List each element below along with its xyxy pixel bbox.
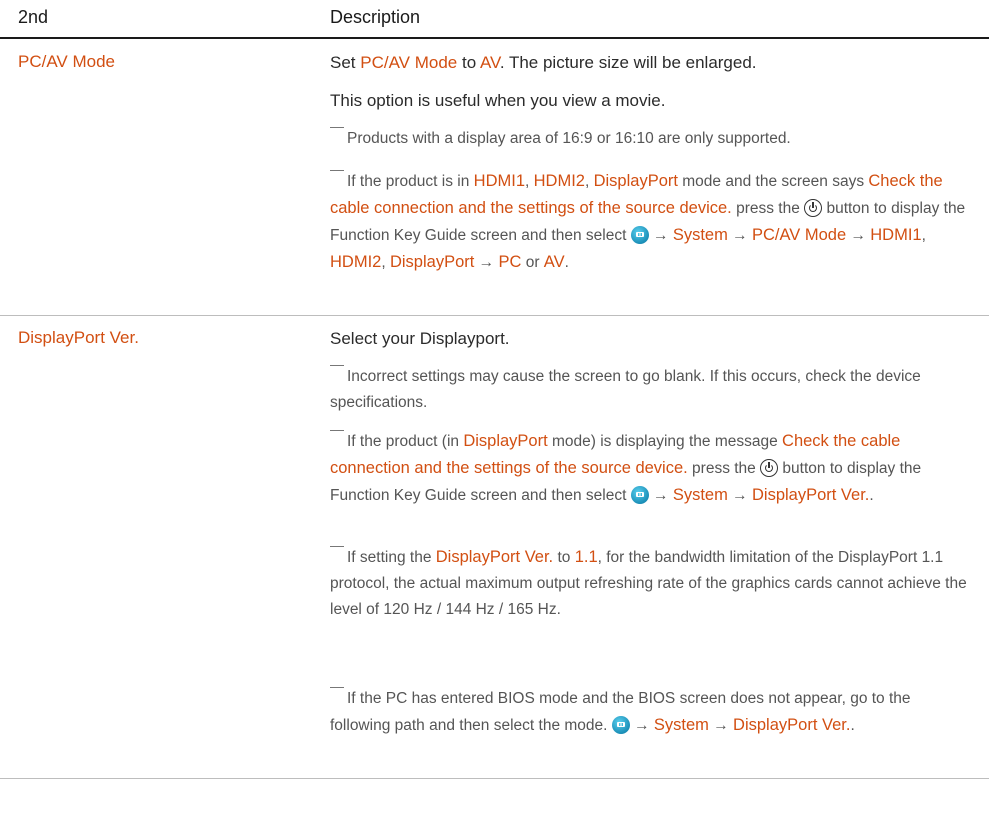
power-button-icon — [760, 459, 779, 477]
pc-av-note-support: Products with a display area of 16:9 or … — [330, 126, 970, 152]
note-dash-icon — [330, 546, 344, 547]
displayport-note-settings: Incorrect settings may cause the screen … — [330, 364, 970, 416]
note-dash-icon — [330, 687, 344, 688]
column-header-2nd: 2nd — [18, 7, 49, 27]
displayport-intro: Select your Displayport. — [330, 329, 510, 348]
column-header-description: Description — [330, 7, 421, 27]
table-header: 2nd Description — [0, 0, 989, 39]
menu-icon — [630, 226, 649, 244]
power-button-icon — [804, 199, 823, 217]
row-divider — [0, 315, 989, 316]
row-divider — [0, 778, 989, 779]
menu-icon — [611, 716, 630, 734]
note-dash-icon — [330, 430, 344, 431]
note-dash-icon — [330, 170, 344, 171]
displayport-note-cable: If the product (in DisplayPort mode) is … — [330, 430, 922, 504]
pc-av-note-cable: If the product is in HDMI1, HDMI2, Displ… — [330, 170, 966, 271]
menu-icon — [630, 486, 649, 504]
note-dash-icon — [330, 127, 344, 128]
note-dash-icon — [330, 365, 344, 366]
row-label-pc-av-mode: PC/AV Mode — [18, 52, 116, 71]
pc-av-intro: Set PC/AV Mode to AV. The picture size w… — [330, 53, 757, 72]
displayport-note-bios: If the PC has entered BIOS mode and the … — [330, 686, 970, 739]
pc-av-description: This option is useful when you view a mo… — [330, 91, 666, 110]
row-label-displayport-ver: DisplayPort Ver. — [18, 328, 139, 347]
displayport-note-bandwidth: If setting the DisplayPort Ver. to 1.1, … — [330, 546, 967, 618]
